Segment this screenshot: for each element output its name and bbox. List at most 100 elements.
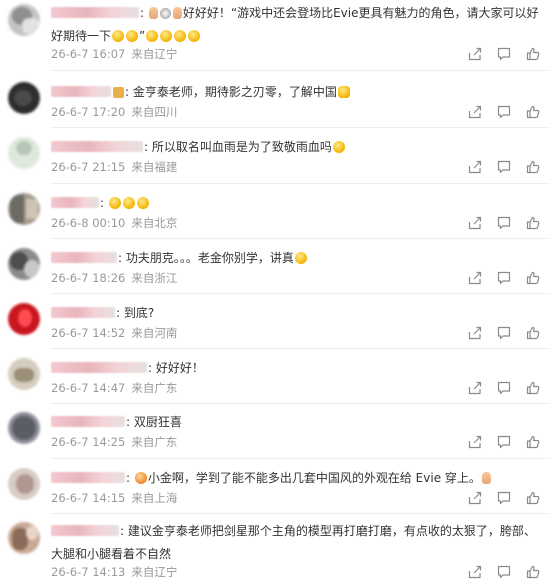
comment-body: : 小金啊，学到了能不能多出几套中国风的外观在给 Evie 穿上。 [51, 466, 542, 490]
flex-arm-emoji-icon [337, 86, 350, 98]
comment-meta: 26-6-7 17:20 来自四川 [51, 104, 177, 120]
smile-emoji-icon [108, 197, 121, 209]
comment-body: : 金亨泰老师，期待影之刃零，了解中国 [51, 80, 542, 104]
comment-actions [468, 105, 540, 121]
comment-text: 双厨狂喜 [133, 415, 182, 429]
share-icon[interactable] [468, 326, 482, 340]
divider [51, 293, 550, 294]
comment-icon[interactable] [497, 105, 511, 119]
avatar[interactable] [8, 4, 40, 36]
comment-body: : [51, 191, 542, 215]
comment-time: 26-6-7 21:15 [51, 160, 126, 174]
thumb-up-icon[interactable] [526, 47, 540, 61]
thumb-up-icon[interactable] [526, 435, 540, 449]
divider [51, 513, 550, 514]
comment-icon[interactable] [497, 47, 511, 61]
comment-meta: 26-6-7 21:15 来自福建 [51, 159, 177, 175]
face-emoji-icon [126, 30, 139, 42]
share-icon[interactable] [468, 160, 482, 174]
username-blurred[interactable] [51, 362, 147, 373]
comment-meta: 26-6-7 18:26 来自浙江 [51, 270, 177, 286]
face-emoji-icon [112, 30, 125, 42]
share-icon[interactable] [468, 565, 482, 579]
comment-meta: 26-6-8 00:10 来自北京 [51, 215, 177, 231]
comment-item: : 好好好！“游戏中还会登场比Evie更具有魅力的角色，请大家可以好好期待一下”… [0, 2, 550, 62]
comment-item: : 好好好！ 26-6-7 14:47 来自广东 [0, 356, 550, 400]
comment-body: : 到底? [51, 301, 542, 325]
thumb-up-icon[interactable] [526, 565, 540, 579]
avatar[interactable] [8, 468, 40, 500]
thumb-up-icon[interactable] [526, 105, 540, 119]
avatar[interactable] [8, 248, 40, 280]
username-blurred[interactable] [51, 525, 119, 536]
share-icon[interactable] [468, 435, 482, 449]
comment-time: 26-6-7 16:07 [51, 47, 126, 61]
share-icon[interactable] [468, 491, 482, 505]
comment-item: : 功夫朋克。。。老金你别学，讲真 26-6-7 18:26 来自浙江 [0, 246, 550, 290]
hand-emoji-icon [481, 472, 491, 484]
comment-icon[interactable] [497, 160, 511, 174]
username-blurred[interactable] [51, 7, 139, 18]
comment-item: : 双厨狂喜 26-6-7 14:25 来自广东 [0, 410, 550, 454]
avatar[interactable] [8, 358, 40, 390]
comment-location: 来自四川 [131, 105, 178, 119]
comment-actions [468, 565, 540, 581]
comment-icon[interactable] [497, 271, 511, 285]
divider [51, 127, 550, 128]
thumbs-up-emoji-icon [172, 7, 182, 19]
username-blurred[interactable] [51, 86, 111, 97]
comment-location: 来自辽宁 [131, 565, 178, 579]
comment-icon[interactable] [497, 565, 511, 579]
face-emoji-icon [174, 30, 187, 42]
comment-actions [468, 435, 540, 451]
divider [51, 348, 550, 349]
share-icon[interactable] [468, 105, 482, 119]
username-blurred[interactable] [51, 252, 117, 263]
thumbs-up-emoji-icon [148, 7, 158, 19]
share-icon[interactable] [468, 381, 482, 395]
thumb-up-icon[interactable] [526, 216, 540, 230]
thumb-up-icon[interactable] [526, 160, 540, 174]
comment-time: 26-6-7 14:52 [51, 326, 126, 340]
thumb-up-icon[interactable] [526, 381, 540, 395]
comment-meta: 26-6-7 14:25 来自广东 [51, 434, 177, 450]
comment-location: 来自上海 [131, 491, 178, 505]
share-icon[interactable] [468, 216, 482, 230]
divider [51, 70, 550, 71]
avatar[interactable] [8, 193, 40, 225]
avatar[interactable] [8, 303, 40, 335]
comment-meta: 26-6-7 14:15 来自上海 [51, 490, 177, 506]
share-icon[interactable] [468, 271, 482, 285]
grin-emoji-icon [134, 472, 147, 484]
badge-icon [113, 87, 124, 98]
comment-item: : 小金啊，学到了能不能多出几套中国风的外观在给 Evie 穿上。 26-6-7… [0, 466, 550, 510]
avatar[interactable] [8, 522, 40, 554]
comment-time: 26-6-7 14:13 [51, 565, 126, 579]
comment-text: 小金啊，学到了能不能多出几套中国风的外观在给 Evie 穿上。 [147, 471, 481, 485]
thumb-up-icon[interactable] [526, 271, 540, 285]
comment-icon[interactable] [497, 435, 511, 449]
username-blurred[interactable] [51, 472, 125, 483]
share-icon[interactable] [468, 47, 482, 61]
comment-meta: 26-6-7 14:13 来自辽宁 [51, 564, 177, 580]
comment-icon[interactable] [497, 491, 511, 505]
username-blurred[interactable] [51, 307, 115, 318]
face-emoji-icon [188, 30, 201, 42]
comment-actions [468, 160, 540, 176]
comment-body: : 好好好！“游戏中还会登场比Evie更具有魅力的角色，请大家可以好好期待一下” [51, 6, 539, 43]
comment-location: 来自广东 [131, 381, 178, 395]
username-blurred[interactable] [51, 141, 143, 152]
comment-time: 26-6-7 17:20 [51, 105, 126, 119]
username-blurred[interactable] [51, 416, 125, 427]
comment-icon[interactable] [497, 216, 511, 230]
thumb-up-icon[interactable] [526, 491, 540, 505]
face-emoji-icon [160, 30, 173, 42]
comment-icon[interactable] [497, 381, 511, 395]
comment-icon[interactable] [497, 326, 511, 340]
thumb-up-icon[interactable] [526, 326, 540, 340]
avatar[interactable] [8, 82, 40, 114]
comment-location: 来自广东 [131, 435, 178, 449]
avatar[interactable] [8, 137, 40, 169]
username-blurred[interactable] [51, 197, 99, 208]
avatar[interactable] [8, 412, 40, 444]
